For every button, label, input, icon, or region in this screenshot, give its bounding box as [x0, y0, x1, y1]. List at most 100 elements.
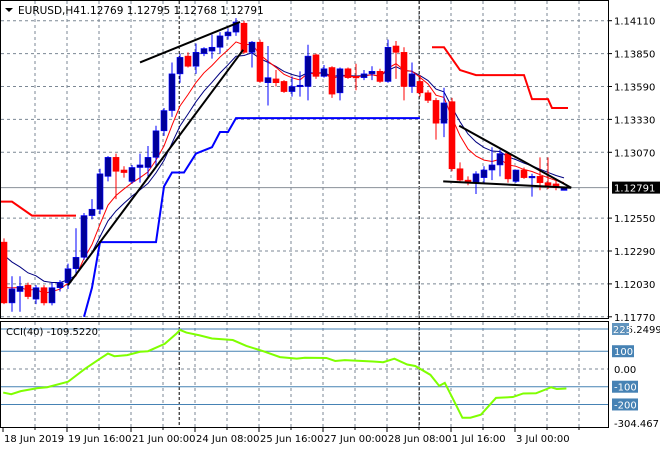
candle-body: [456, 168, 464, 181]
price-tick-label: 1.13850: [614, 50, 655, 61]
candle-body: [248, 41, 256, 53]
candle-body: [400, 52, 408, 87]
candle-body: [296, 84, 304, 88]
price-tick-label: 1.13070: [614, 148, 655, 159]
bull-candle: [264, 46, 272, 106]
bull-candle: [32, 285, 40, 305]
candle-body: [536, 176, 544, 183]
dropdown-triangle-icon[interactable]: [5, 8, 13, 12]
bear-candle: [280, 80, 288, 93]
candle-body: [96, 173, 104, 210]
candle-body: [272, 78, 280, 84]
candle-body: [376, 71, 384, 82]
bear-candle: [424, 90, 432, 103]
candle-body: [72, 257, 80, 270]
time-label: 19 Jun 16:00: [68, 434, 132, 445]
cci-100-label: 100: [614, 347, 633, 358]
trading-chart[interactable]: 1.14110 1.13850 1.13590 1.13330 1.13070 1.125…: [0, 0, 660, 450]
candle-body: [480, 169, 488, 178]
cci-header: CCI(40) -109.5220: [6, 327, 98, 338]
candle-body: [392, 45, 400, 53]
bear-candle: [24, 282, 32, 300]
cci-zero-label: 0.00: [614, 365, 636, 376]
bull-candle: [408, 62, 416, 93]
candle-body: [496, 153, 504, 166]
bear-candle: [400, 47, 408, 101]
price-tick-label: 1.13590: [614, 83, 655, 94]
candle-body: [200, 48, 208, 54]
bear-candle: [352, 63, 360, 91]
candle-body: [328, 67, 336, 95]
bull-candle: [168, 62, 176, 117]
candle-body: [448, 101, 456, 170]
price-tick-label: 1.14110: [614, 17, 655, 28]
candle-body: [144, 157, 152, 168]
candle-body: [8, 288, 16, 304]
bear-candle: [456, 162, 464, 182]
bull-candle: [8, 276, 16, 312]
main-pane-border: [0, 0, 609, 319]
bull-candle: [368, 66, 376, 81]
current-price-label: 1.12791: [614, 184, 655, 195]
bull-candle: [88, 199, 96, 220]
bull-candle: [192, 43, 200, 74]
price-tick-label: 1.12550: [614, 214, 655, 225]
candle-body: [312, 54, 320, 77]
candle-body: [320, 68, 328, 77]
lower-channel-line: [83, 117, 420, 318]
candle-body: [288, 86, 296, 92]
time-label: 24 Jun 08:00: [196, 434, 260, 445]
candle-body: [240, 22, 248, 53]
bull-candle: [496, 149, 504, 177]
bull-candle: [224, 28, 232, 40]
bull-candle: [232, 18, 240, 36]
bear-candle: [432, 97, 440, 140]
cci-minus100-label: -100: [614, 383, 637, 394]
candle-body: [64, 268, 72, 283]
trend-lines[interactable]: [67, 21, 572, 286]
candle-body: [336, 68, 344, 94]
time-label: 21 Jun 00:00: [132, 434, 196, 445]
candle-body: [208, 46, 216, 52]
bear-candle: [416, 75, 424, 97]
bull-candle: [480, 166, 488, 183]
candle-body: [224, 31, 232, 37]
candle-body: [16, 286, 24, 292]
bull-candle: [80, 213, 88, 260]
moving-averages: [3, 41, 565, 294]
bull-candle: [48, 282, 56, 306]
bear-candle: [112, 153, 120, 200]
candle-body: [344, 68, 352, 78]
candle-body: [472, 173, 480, 183]
candle-body: [416, 81, 424, 94]
candle-body: [408, 73, 416, 87]
candle-body: [80, 215, 88, 258]
bull-candle: [16, 276, 24, 312]
candle-body: [304, 55, 312, 87]
time-label: 3 Jul 00:00: [516, 434, 570, 445]
bear-candle: [184, 52, 192, 68]
cci-min-label: -304.4671: [614, 419, 660, 430]
candle-body: [432, 100, 440, 124]
time-label: 18 Jun 2019: [4, 434, 64, 445]
bull-candle: [96, 168, 104, 215]
bull-candle: [304, 44, 312, 101]
bear-candle: [120, 166, 128, 178]
candle-body: [120, 169, 128, 173]
trend-line[interactable]: [443, 180, 572, 189]
candle-body: [176, 57, 184, 75]
bull-candle: [176, 53, 184, 83]
bull-candle: [128, 164, 136, 184]
bear-candle: [272, 70, 280, 87]
bull-candle: [320, 64, 328, 78]
trend-line[interactable]: [67, 49, 245, 286]
price-tick-label: 1.11770: [614, 313, 655, 324]
candle-body: [440, 102, 448, 124]
candle-body: [264, 77, 272, 84]
price-tick-label: 1.12290: [614, 247, 655, 258]
candle-body: [384, 46, 392, 82]
candle-body: [128, 167, 136, 182]
bull-candle: [152, 125, 160, 168]
bull-candle: [288, 76, 296, 97]
fast-moving-average: [3, 41, 565, 294]
